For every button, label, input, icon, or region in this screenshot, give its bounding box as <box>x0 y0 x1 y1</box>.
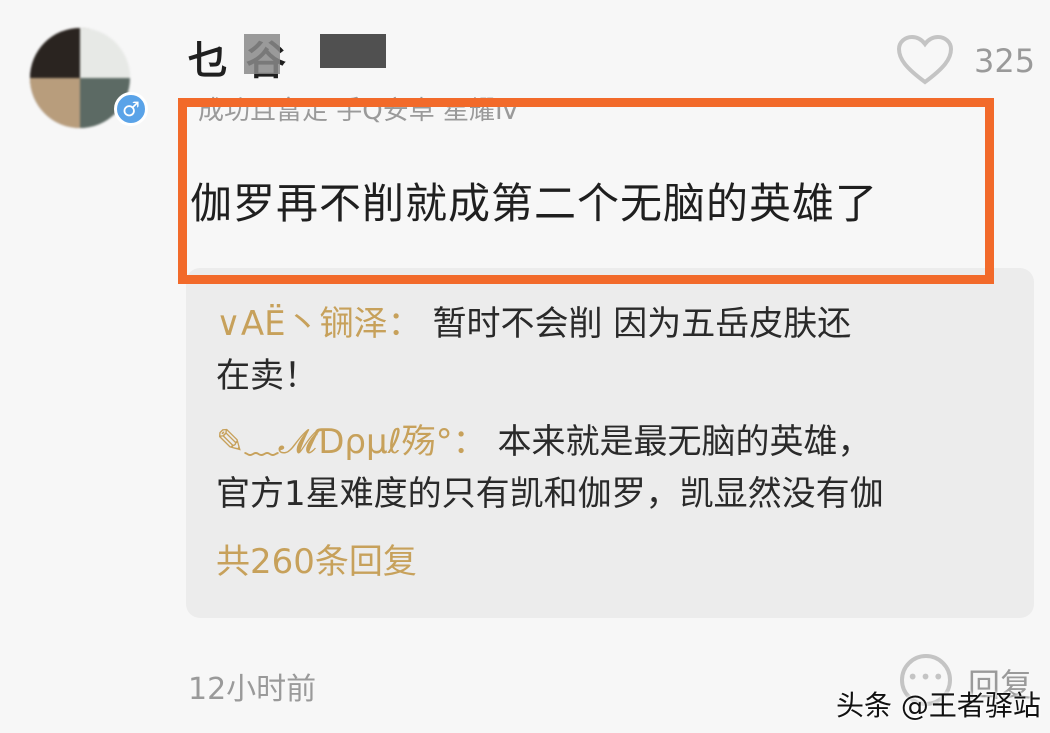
reply-text: 在卖！ <box>216 356 318 396</box>
replies-panel[interactable]: ∨AË丶锎泽： 暂时不会削 因为五岳皮肤还 在卖！ ✎﹏𝓜Ɗρμℓ殇°： 本来就… <box>186 268 1034 618</box>
comment-time: 12小时前 <box>188 672 317 707</box>
reply-author[interactable]: ∨AË丶锎泽： <box>216 304 422 344</box>
like-count: 325 <box>974 42 1036 80</box>
highlight-annotation <box>178 98 994 284</box>
heart-outline-icon[interactable] <box>896 34 954 86</box>
more-replies-link[interactable]: 共260条回复 <box>216 534 417 583</box>
reply-item[interactable]: ✎﹏𝓜Ɗρμℓ殇°： 本来就是最无脑的英雄， 官方1星难度的只有凯和伽罗，凯显然… <box>216 416 1006 520</box>
reply-text: 官方1星难度的只有凯和伽罗，凯显然没有伽 <box>216 474 884 514</box>
reply-text: 暂时不会削 因为五岳皮肤还 <box>432 304 852 344</box>
reply-item[interactable]: ∨AË丶锎泽： 暂时不会削 因为五岳皮肤还 在卖！ <box>216 298 1006 402</box>
watermark: 头条 @王者驿站 <box>836 689 1041 722</box>
username-mask <box>320 34 386 68</box>
reply-text: 本来就是最无脑的英雄， <box>497 422 872 462</box>
male-icon: ♂ <box>114 92 148 126</box>
reply-author[interactable]: ✎﹏𝓜Ɗρμℓ殇°： <box>216 422 487 462</box>
username-mask <box>244 34 280 74</box>
